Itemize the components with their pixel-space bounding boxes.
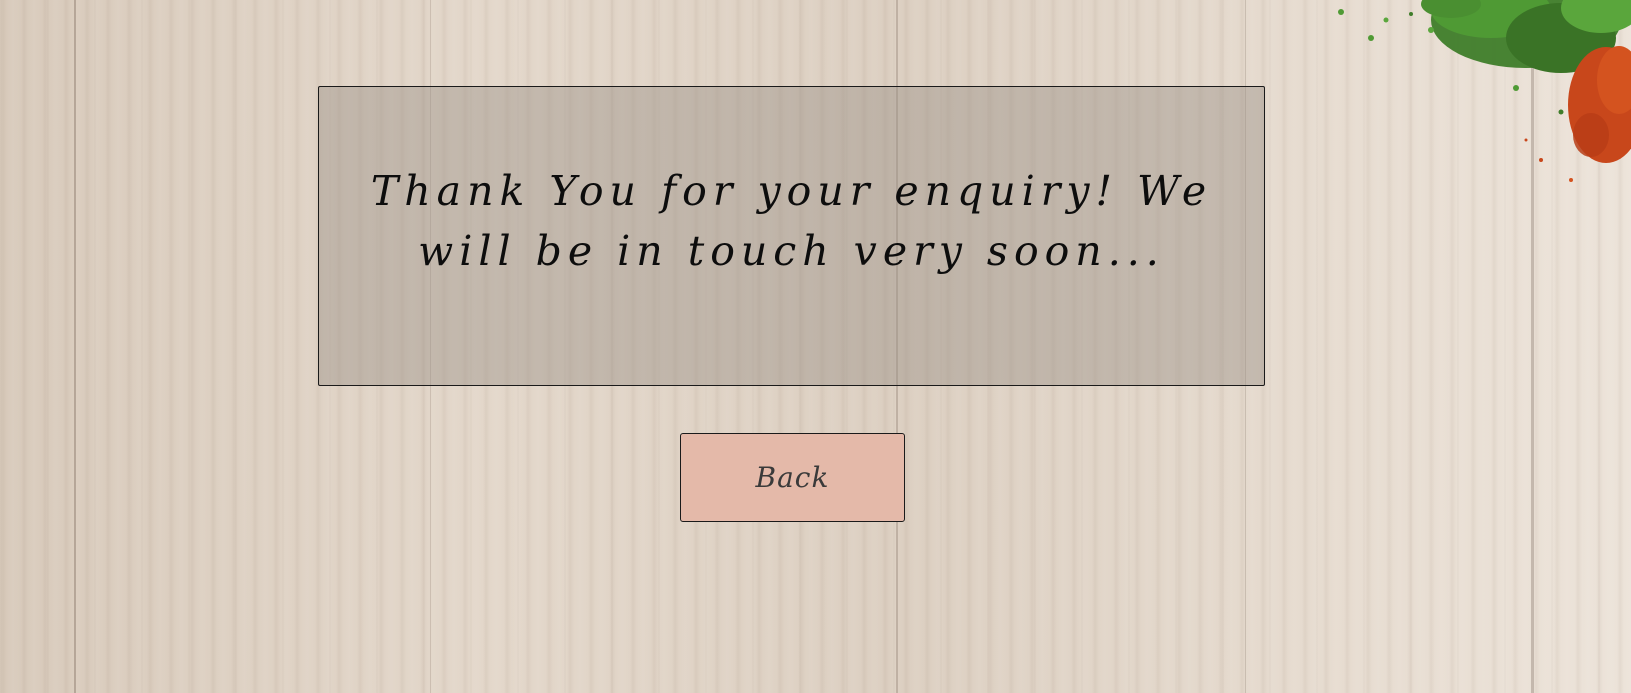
wood-grain-line (1531, 0, 1534, 693)
confirmation-message: Thank You for your enquiry! We will be i… (370, 167, 1213, 275)
confirmation-panel: Thank You for your enquiry! We will be i… (318, 86, 1265, 386)
wood-grain-line (74, 0, 76, 693)
back-button[interactable]: Back (680, 433, 905, 522)
herbs-and-spice-decoration (1338, 0, 1631, 182)
